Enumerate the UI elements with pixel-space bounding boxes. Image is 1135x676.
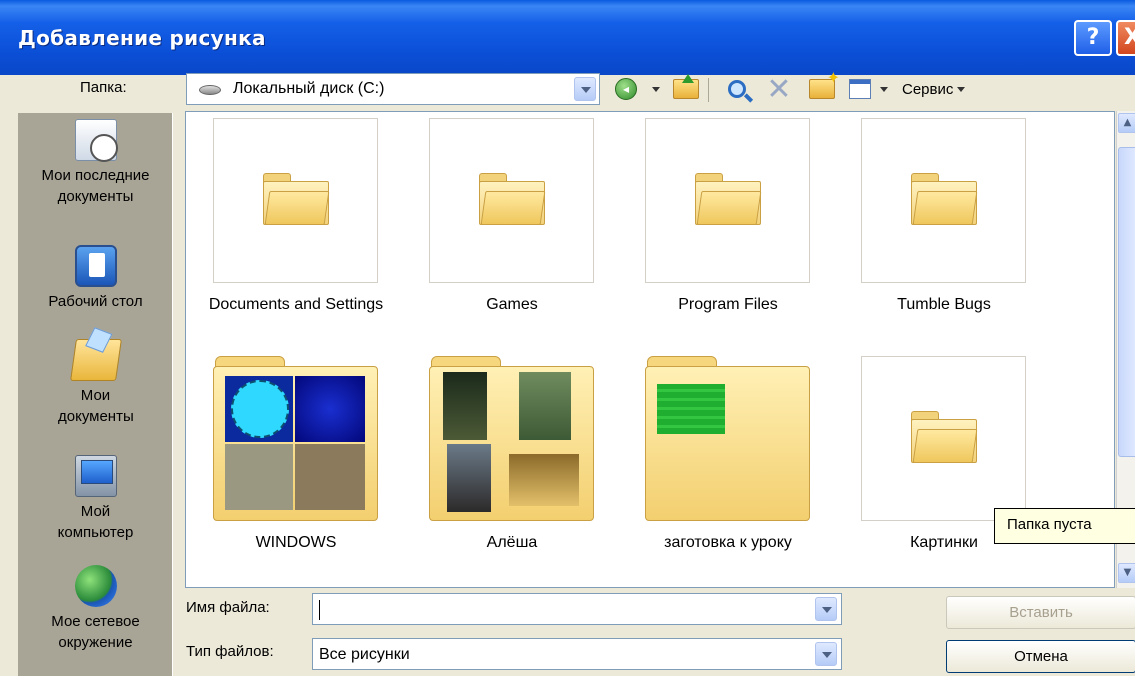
folder-name: Program Files <box>678 296 778 313</box>
my-documents-icon <box>69 339 122 381</box>
desktop-icon <box>74 245 117 287</box>
help-button[interactable]: ? <box>1074 20 1112 56</box>
folder-up-icon <box>673 74 699 99</box>
preview-photo-2 <box>519 372 571 440</box>
folder-thumbnail <box>213 118 378 283</box>
views-button[interactable] <box>846 76 874 102</box>
filename-input[interactable] <box>312 593 842 625</box>
preview-stone-image <box>295 444 365 510</box>
preview-green-slide <box>657 384 725 434</box>
folder-dropdown-arrow[interactable] <box>574 77 596 101</box>
delete-button[interactable]: ✕ <box>764 72 794 107</box>
filetype-select[interactable]: Все рисунки <box>312 638 842 670</box>
cancel-button[interactable]: Отмена <box>946 640 1135 673</box>
place-my-documents[interactable]: Мои документы <box>18 339 173 427</box>
chevron-down-icon <box>880 86 888 92</box>
insert-picture-dialog: Добавление рисунка ? X Папка: Локальный … <box>0 0 1135 676</box>
preview-photo-1 <box>443 372 487 440</box>
search-web-button[interactable] <box>722 76 752 102</box>
scroll-down-button[interactable]: ▼ <box>1118 563 1135 583</box>
filetype-value: Все рисунки <box>319 646 410 663</box>
title-bar[interactable]: Добавление рисунка ? X <box>0 0 1135 75</box>
folder-thumbnail <box>645 118 810 283</box>
folder-thumbnail <box>861 356 1026 521</box>
filename-dropdown-arrow[interactable] <box>815 597 837 621</box>
network-icon <box>74 565 117 607</box>
folder-icon <box>695 173 762 225</box>
tooltip: Папка пуста <box>994 508 1135 544</box>
folder-combobox[interactable]: Локальный диск (C:) <box>186 73 600 105</box>
local-disk-icon <box>199 85 221 95</box>
folder-icon <box>263 173 330 225</box>
chevron-down-icon <box>957 86 966 92</box>
preview-photo-3 <box>447 444 491 512</box>
up-one-level-button[interactable] <box>670 74 702 102</box>
preview-photo-4 <box>509 454 579 506</box>
delete-icon: ✕ <box>766 71 792 107</box>
filename-label: Имя файла: <box>186 599 270 616</box>
new-folder-icon <box>809 68 840 99</box>
file-list[interactable]: Documents and Settings Games Program Fil… <box>185 111 1115 588</box>
folder-preview-icon <box>213 356 378 521</box>
folder-value: Локальный диск (C:) <box>233 80 385 97</box>
place-label: Мой компьютер <box>57 503 134 541</box>
filetype-label: Тип файлов: <box>186 643 274 660</box>
place-label: Рабочий стол <box>48 293 143 310</box>
folder-icon <box>911 173 978 225</box>
preview-blue-image <box>295 376 365 442</box>
close-button[interactable]: X <box>1116 20 1135 56</box>
folder-name: WINDOWS <box>255 534 337 551</box>
back-button[interactable]: ◂ <box>612 76 640 102</box>
back-history-dropdown[interactable] <box>650 76 662 102</box>
my-computer-icon <box>74 455 117 497</box>
preview-sand-image <box>225 444 293 510</box>
insert-button[interactable]: Вставить <box>946 596 1135 629</box>
tools-label: Сервис <box>902 80 954 98</box>
toolbar-separator <box>708 78 709 102</box>
new-folder-button[interactable] <box>806 68 840 102</box>
back-arrow-icon: ◂ <box>615 78 637 100</box>
filetype-dropdown-arrow[interactable] <box>815 642 837 666</box>
place-network[interactable]: Мое сетевое окружение <box>18 565 173 653</box>
tools-menu-button[interactable]: Сервис <box>902 76 982 102</box>
views-dropdown[interactable] <box>878 76 890 102</box>
folder-icon <box>479 173 546 225</box>
folder-label: Папка: <box>80 79 127 96</box>
recent-documents-icon <box>74 119 118 162</box>
place-label: Мое сетевое окружение <box>51 613 140 651</box>
text-caret <box>319 600 320 620</box>
folder-preview-icon <box>429 356 594 521</box>
folder-thumbnail <box>861 118 1026 283</box>
folder-thumbnail <box>429 118 594 283</box>
preview-clock-image <box>225 376 293 442</box>
search-icon <box>728 80 746 98</box>
folder-name: Games <box>486 296 538 313</box>
place-label: Мои документы <box>58 387 134 425</box>
folder-name: заготовка к уроку <box>664 534 792 551</box>
folder-icon <box>911 411 978 463</box>
window-title: Добавление рисунка <box>18 26 266 50</box>
places-bar: Мои последние документы Рабочий стол Мои… <box>18 113 173 676</box>
scroll-up-button[interactable]: ▲ <box>1118 113 1135 133</box>
place-desktop[interactable]: Рабочий стол <box>18 245 173 312</box>
views-icon <box>849 79 871 99</box>
folder-name: Алёша <box>486 534 538 551</box>
place-label: Мои последние документы <box>41 167 150 205</box>
folder-preview-icon <box>645 356 810 521</box>
folder-name: Documents and Settings <box>208 296 384 313</box>
scroll-thumb[interactable] <box>1118 147 1135 457</box>
folder-name: Tumble Bugs <box>897 296 991 313</box>
place-my-computer[interactable]: Мой компьютер <box>18 455 173 543</box>
chevron-down-icon <box>652 86 660 92</box>
place-recent-documents[interactable]: Мои последние документы <box>18 119 173 207</box>
